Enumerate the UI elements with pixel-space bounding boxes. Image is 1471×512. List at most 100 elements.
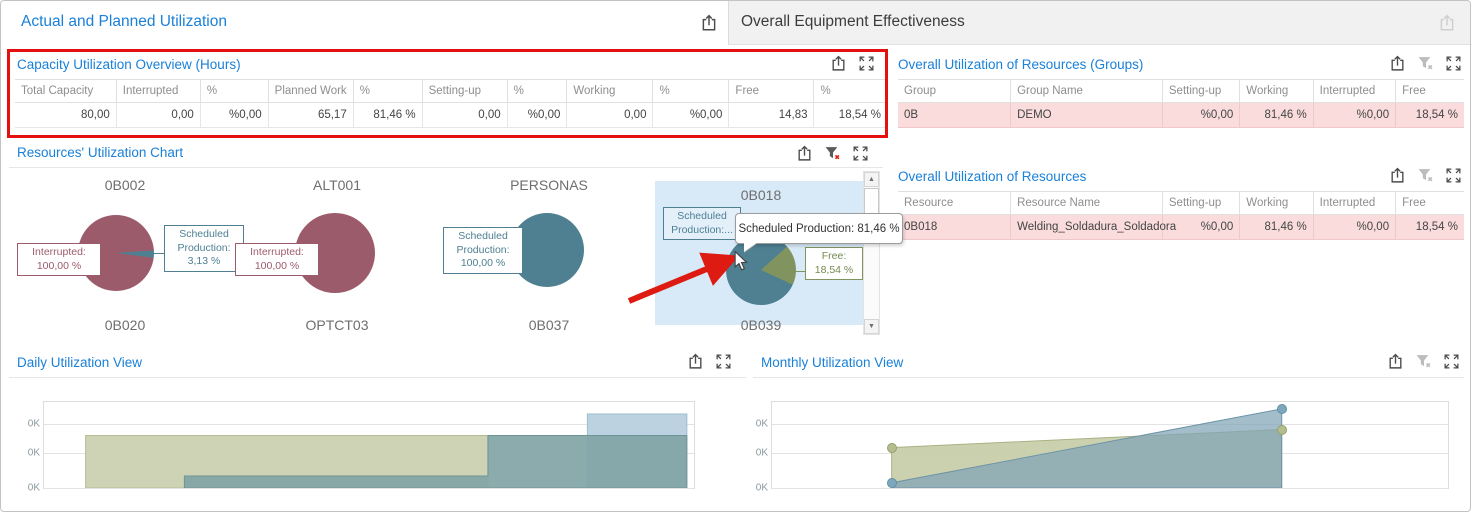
- clear-filter-icon[interactable]: [1417, 167, 1434, 184]
- cell: %0,00: [653, 103, 729, 128]
- expand-icon[interactable]: [852, 145, 869, 162]
- column-header[interactable]: %: [507, 80, 567, 103]
- panel-title: Resources' Utilization Chart: [17, 145, 183, 160]
- scroll-down-button[interactable]: ▼: [864, 319, 879, 334]
- scrollbar-thumb[interactable]: [864, 188, 879, 214]
- column-header[interactable]: Free: [1396, 192, 1464, 215]
- expand-icon[interactable]: [1445, 167, 1462, 184]
- column-header[interactable]: %: [653, 80, 729, 103]
- y-axis-tick-label: 0K: [744, 483, 768, 494]
- pie-grid-scrollbar[interactable]: ▲ ▼: [863, 171, 880, 335]
- export-icon[interactable]: [1389, 167, 1406, 184]
- expand-icon[interactable]: [858, 55, 875, 72]
- column-header[interactable]: Planned Work: [268, 80, 353, 103]
- column-header[interactable]: Resource Name: [1011, 192, 1163, 215]
- divider: [753, 377, 1464, 378]
- data-point-marker: [887, 478, 897, 488]
- column-header[interactable]: Group: [898, 80, 1011, 103]
- expand-icon[interactable]: [1443, 353, 1460, 370]
- tab-actual-planned-utilization[interactable]: Actual and Planned Utilization: [1, 1, 728, 45]
- tab-title: Overall Equipment Effectiveness: [741, 13, 965, 31]
- table-header-row: Resource Resource Name Setting-up Workin…: [898, 192, 1464, 215]
- column-header[interactable]: Group Name: [1011, 80, 1163, 103]
- export-icon[interactable]: [1387, 353, 1404, 370]
- column-header[interactable]: Setting-up: [422, 80, 507, 103]
- clear-filter-icon[interactable]: [1415, 353, 1432, 370]
- scroll-up-button[interactable]: ▲: [864, 172, 879, 187]
- column-header[interactable]: %: [200, 80, 268, 103]
- export-icon[interactable]: [830, 55, 847, 72]
- table-row-selected[interactable]: 0B DEMO %0,00 81,46 % %0,00 18,54 %: [898, 103, 1464, 128]
- table-row[interactable]: 80,00 0,00 %0,00 65,17 81,46 % 0,00 %0,0…: [15, 103, 887, 128]
- column-header[interactable]: Resource: [898, 192, 1011, 215]
- column-header[interactable]: Working: [1240, 192, 1313, 215]
- export-icon[interactable]: [700, 14, 718, 32]
- y-axis-tick-label: 0K: [16, 447, 40, 458]
- column-header[interactable]: Interrupted: [1313, 192, 1395, 215]
- export-icon[interactable]: [796, 145, 813, 162]
- pie-cell-0B018-selected[interactable]: 0B018 Scheduled Production:... Free: 18,…: [655, 181, 867, 325]
- export-icon[interactable]: [687, 353, 704, 370]
- monthly-utilization-chart[interactable]: 0K0K0K: [771, 401, 1449, 489]
- cell: 81,46 %: [353, 103, 422, 128]
- pie-cell-PERSONAS[interactable]: PERSONAS Scheduled Production: 100,00 %: [443, 169, 655, 329]
- pie-label-scheduled-production: Scheduled Production: 100,00 %: [443, 227, 523, 274]
- panel-title: Overall Utilization of Resources (Groups…: [898, 57, 1143, 72]
- tab-overall-equipment-effectiveness[interactable]: Overall Equipment Effectiveness: [728, 1, 1470, 45]
- tooltip-text: Scheduled Production: 81,46 %: [738, 223, 899, 235]
- cell: %0,00: [1313, 215, 1395, 240]
- column-header[interactable]: Total Capacity: [15, 80, 116, 103]
- data-point-marker: [887, 443, 897, 453]
- column-header[interactable]: Setting-up: [1162, 80, 1239, 103]
- panel-daily-utilization-view: Daily Utilization View 0K0K0K: [9, 349, 746, 507]
- panel-title: Capacity Utilization Overview (Hours): [17, 57, 241, 72]
- table-row-selected[interactable]: 0B018 Welding_Soldadura_Soldadora %0,00 …: [898, 215, 1464, 240]
- cell: 81,46 %: [1240, 103, 1313, 128]
- expand-icon[interactable]: [715, 353, 732, 370]
- pie-title: PERSONAS: [443, 177, 655, 193]
- daily-utilization-chart[interactable]: 0K0K0K: [43, 401, 695, 489]
- pie-label-interrupted: Interrupted: 100,00 %: [235, 243, 319, 276]
- column-header[interactable]: Interrupted: [1313, 80, 1395, 103]
- column-header[interactable]: Interrupted: [116, 80, 200, 103]
- column-header[interactable]: Free: [1396, 80, 1464, 103]
- cell: Welding_Soldadura_Soldadora: [1011, 215, 1163, 240]
- export-icon[interactable]: [1438, 14, 1456, 32]
- panel-title: Overall Utilization of Resources: [898, 169, 1086, 184]
- y-axis-tick-label: 0K: [744, 447, 768, 458]
- gridline: [44, 488, 694, 489]
- panel-overall-utilization-resources: Overall Utilization of Resources Resourc…: [898, 165, 1464, 269]
- clear-filter-icon[interactable]: [824, 145, 841, 162]
- capacity-table: Total Capacity Interrupted % Planned Wor…: [15, 79, 887, 128]
- y-axis-tick-label: 0K: [16, 483, 40, 494]
- column-header[interactable]: Free: [729, 80, 814, 103]
- column-header[interactable]: Working: [567, 80, 653, 103]
- panel-capacity-utilization-overview: Capacity Utilization Overview (Hours) To…: [11, 53, 883, 135]
- pie-cell-ALT001[interactable]: ALT001 Interrupted: 100,00 %: [231, 169, 443, 329]
- table-header-row: Group Group Name Setting-up Working Inte…: [898, 80, 1464, 103]
- pie-title-0B037[interactable]: 0B037: [443, 317, 655, 333]
- pie-cell-0B002[interactable]: 0B002 Interrupted: 100,00 % Scheduled Pr…: [19, 169, 231, 329]
- clear-filter-icon[interactable]: [1417, 55, 1434, 72]
- column-header[interactable]: Setting-up: [1162, 192, 1239, 215]
- column-header[interactable]: %: [814, 80, 887, 103]
- pie-label-interrupted: Interrupted: 100,00 %: [17, 243, 101, 276]
- y-axis-tick-label: 0K: [744, 418, 768, 429]
- dashboard-window: Actual and Planned Utilization Overall E…: [0, 0, 1471, 512]
- expand-icon[interactable]: [1445, 55, 1462, 72]
- pie-title: 0B018: [655, 187, 867, 203]
- pie-title-OPTCT03[interactable]: OPTCT03: [231, 317, 443, 333]
- resources-table: Resource Resource Name Setting-up Workin…: [898, 191, 1464, 240]
- cell: %0,00: [1313, 103, 1395, 128]
- cell: 14,83: [729, 103, 814, 128]
- table-header-row: Total Capacity Interrupted % Planned Wor…: [15, 80, 887, 103]
- pie-label-scheduled-production: Scheduled Production: 3,13 %: [164, 225, 244, 272]
- pie-label-scheduled-production: Scheduled Production:...: [663, 207, 741, 240]
- column-header[interactable]: Working: [1240, 80, 1313, 103]
- pie-title: 0B002: [19, 177, 231, 193]
- pie-title-0B020[interactable]: 0B020: [19, 317, 231, 333]
- pie-title-0B039[interactable]: 0B039: [655, 317, 867, 333]
- column-header[interactable]: %: [353, 80, 422, 103]
- gridline: [772, 488, 1448, 489]
- export-icon[interactable]: [1389, 55, 1406, 72]
